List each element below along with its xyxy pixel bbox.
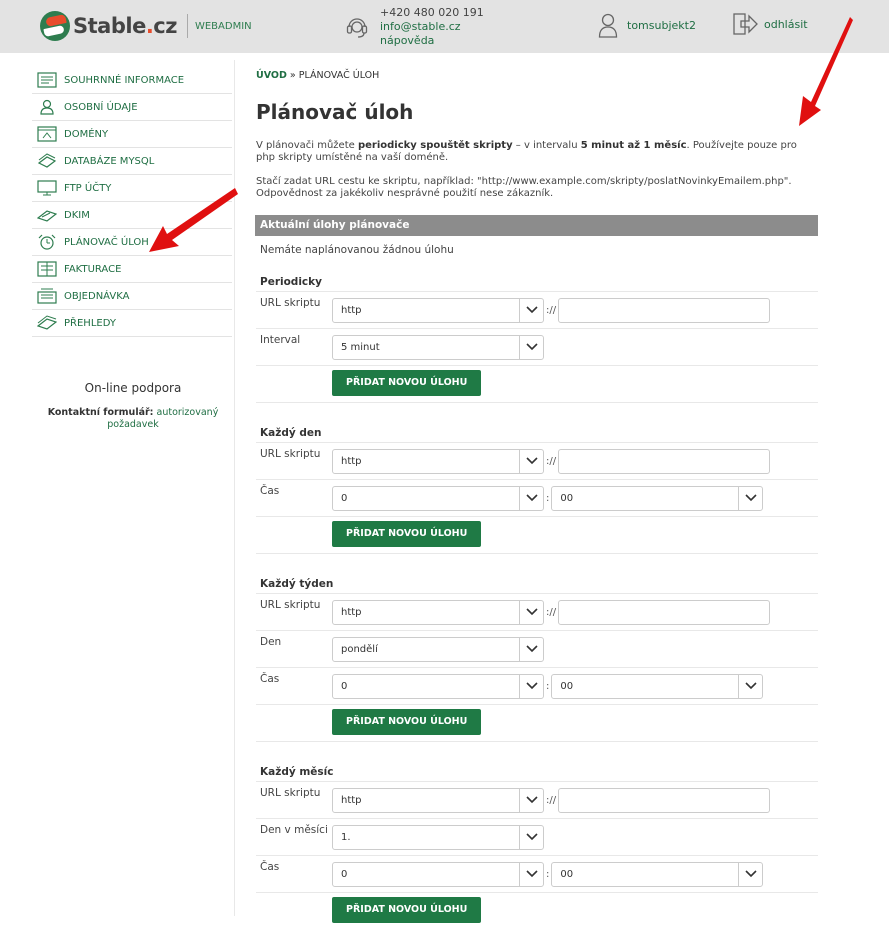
sidebar-item-order[interactable]: OBJEDNÁVKA [32, 283, 232, 310]
chevron-down-icon [738, 862, 762, 886]
monthly-day-select[interactable]: 1. [332, 824, 544, 850]
order-icon [37, 288, 57, 304]
alarm-clock-icon [38, 234, 56, 250]
daily-url-input[interactable] [558, 448, 771, 474]
periodic-url-input[interactable] [558, 297, 771, 323]
sidebar-item-domains[interactable]: DOMÉNY [32, 121, 232, 148]
periodic-url-row: URL skriptu http :// [256, 292, 818, 329]
weekly-url-row: URL skriptu http :// [256, 594, 818, 631]
section-monthly-title: Každý měsíc [256, 762, 818, 782]
intro-text-1: V plánovači můžete periodicky spouštět s… [256, 140, 797, 163]
top-bar: Stable.cz WEBADMIN +420 480 020 191 info… [0, 0, 889, 53]
chevron-down-icon [519, 674, 543, 698]
periodic-interval-select[interactable]: 5 minut [332, 334, 544, 360]
support-title: On-line podpora [84, 381, 182, 395]
chevron-down-icon [519, 788, 543, 812]
dkim-icon [37, 210, 57, 222]
headset-icon [346, 18, 368, 38]
monthly-protocol-select[interactable]: http [332, 787, 544, 813]
breadcrumb-current: PLÁNOVAČ ÚLOH [298, 70, 380, 81]
chevron-down-icon [519, 486, 543, 510]
weekly-hour-select[interactable]: 0 [332, 673, 544, 699]
add-periodic-task-button[interactable]: PŘIDAT NOVOU ÚLOHU [332, 370, 482, 396]
chevron-down-icon [519, 637, 543, 661]
current-tasks-header: Aktuální úlohy plánovače [255, 215, 818, 236]
phone-number: +420 480 020 191 [380, 6, 484, 19]
reports-icon [37, 315, 57, 330]
weekly-day-row: Den pondělí [256, 631, 818, 668]
ftp-icon [37, 180, 57, 196]
chevron-down-icon [519, 335, 543, 359]
section-weekly-title: Každý týden [256, 574, 818, 594]
user-info: tomsubjekt2 [598, 12, 696, 38]
contact-info: +420 480 020 191 info@stable.cz nápověda [346, 6, 484, 48]
section-daily-title: Každý den [256, 423, 818, 443]
add-weekly-task-button[interactable]: PŘIDAT NOVOU ÚLOHU [332, 709, 482, 735]
help-link[interactable]: nápověda [380, 34, 434, 47]
email-link[interactable]: info@stable.cz [380, 20, 461, 33]
sidebar-item-reports[interactable]: PŘEHLEDY [32, 310, 232, 337]
person-icon [40, 99, 54, 115]
user-icon [598, 13, 618, 38]
authorized-request-link-2[interactable]: požadavek [107, 419, 158, 430]
monthly-hour-select[interactable]: 0 [332, 861, 544, 887]
logo-subtitle: WEBADMIN [194, 20, 252, 32]
contact-form-label: Kontaktní formulář: [47, 407, 154, 418]
add-monthly-task-button[interactable]: PŘIDAT NOVOU ÚLOHU [332, 897, 482, 923]
stable-logo[interactable]: Stable.cz WEBADMIN [40, 11, 252, 41]
weekly-url-input[interactable] [558, 599, 771, 625]
main-content: ÚVOD » PLÁNOVAČ ÚLOH Plánovač úloh V plá… [255, 70, 818, 929]
online-support: On-line podpora Kontaktní formulář: auto… [32, 381, 234, 431]
invoice-icon [37, 261, 57, 277]
chevron-down-icon [519, 298, 543, 322]
monthly-minute-select[interactable]: 00 [551, 861, 764, 887]
sidebar-item-mysql[interactable]: DATABÁZE MYSQL [32, 148, 232, 175]
chevron-down-icon [519, 825, 543, 849]
sidebar-item-invoicing[interactable]: FAKTURACE [32, 256, 232, 283]
summary-icon [37, 72, 57, 88]
monthly-url-row: URL skriptu http :// [256, 782, 818, 819]
daily-protocol-select[interactable]: http [332, 448, 544, 474]
page-title: Plánovač úloh [256, 100, 414, 124]
periodic-interval-row: Interval 5 minut [256, 329, 818, 366]
daily-minute-select[interactable]: 00 [551, 485, 764, 511]
chevron-down-icon [738, 486, 762, 510]
breadcrumb: ÚVOD » PLÁNOVAČ ÚLOH [256, 70, 380, 81]
daily-hour-select[interactable]: 0 [332, 485, 544, 511]
no-tasks-message: Nemáte naplánovanou žádnou úlohu [260, 244, 454, 256]
daily-time-row: Čas 0 : 00 [256, 480, 818, 517]
weekly-minute-select[interactable]: 00 [551, 673, 764, 699]
weekly-protocol-select[interactable]: http [332, 599, 544, 625]
sidebar-item-personal[interactable]: OSOBNÍ ÚDAJE [32, 94, 232, 121]
intro-text-2: Stačí zadat URL cestu ke skriptu, napřík… [256, 176, 792, 199]
username-link[interactable]: tomsubjekt2 [627, 19, 696, 32]
annotation-arrow-sidebar [149, 188, 238, 252]
weekly-day-select[interactable]: pondělí [332, 636, 544, 662]
chevron-down-icon [519, 449, 543, 473]
monthly-url-input[interactable] [558, 787, 771, 813]
monthly-day-row: Den v měsíci 1. [256, 819, 818, 856]
weekly-time-row: Čas 0 : 00 [256, 668, 818, 705]
domain-icon [37, 126, 57, 142]
database-icon [37, 153, 57, 168]
breadcrumb-home[interactable]: ÚVOD [256, 70, 287, 81]
authorized-request-link[interactable]: autorizovaný [157, 407, 219, 418]
logo-mark-icon [40, 11, 70, 41]
monthly-time-row: Čas 0 : 00 [256, 856, 818, 893]
add-daily-task-button[interactable]: PŘIDAT NOVOU ÚLOHU [332, 521, 482, 547]
chevron-down-icon [519, 600, 543, 624]
section-periodic-title: Periodicky [256, 272, 818, 292]
periodic-protocol-select[interactable]: http [332, 297, 544, 323]
daily-url-row: URL skriptu http :// [256, 443, 818, 480]
annotation-arrow-header [799, 17, 853, 126]
chevron-down-icon [738, 674, 762, 698]
chevron-down-icon [519, 862, 543, 886]
sidebar-item-summary[interactable]: SOUHRNNÉ INFORMACE [32, 67, 232, 94]
logout-icon [733, 13, 758, 35]
